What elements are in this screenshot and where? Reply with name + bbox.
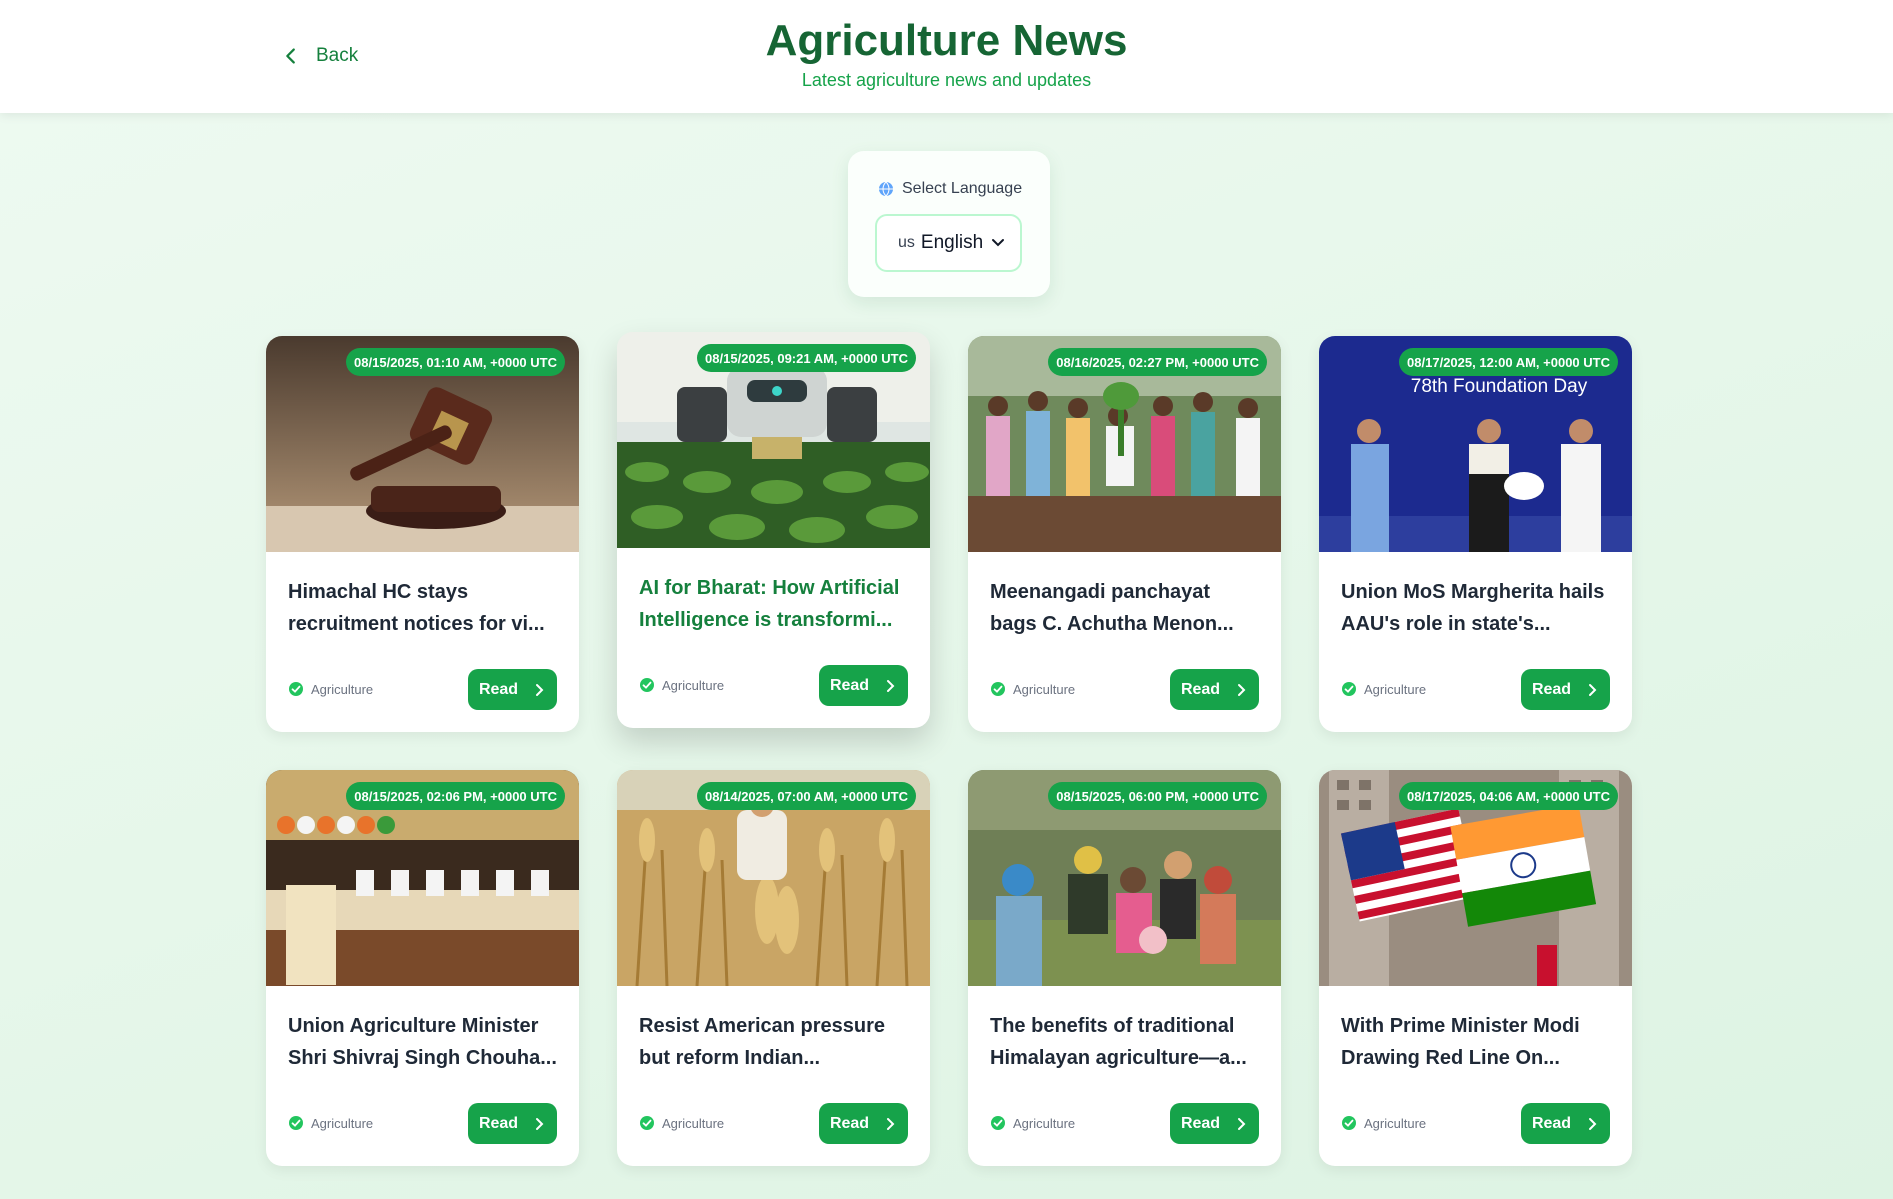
- category-tag: Agriculture: [990, 1115, 1075, 1131]
- globe-icon: [879, 181, 893, 197]
- date-badge: 08/15/2025, 09:21 AM, +0000 UTC: [697, 344, 916, 372]
- news-card[interactable]: 08/15/2025, 09:21 AM, +0000 UTC AI for B…: [617, 332, 930, 728]
- news-card[interactable]: 08/15/2025, 01:10 AM, +0000 UTC Himachal…: [266, 336, 579, 732]
- article-title: AI for Bharat: How Artificial Intelligen…: [639, 577, 900, 631]
- news-card[interactable]: 08/14/2025, 07:00 AM, +0000 UTC Resist A…: [617, 770, 930, 1166]
- news-image: 78th Foundation Day 08/17/2025, 12:00 AM…: [1319, 336, 1632, 552]
- article-title: With Prime Minister Modi Drawing Red Lin…: [1341, 1015, 1580, 1069]
- language-selected-value: English: [920, 232, 984, 253]
- check-circle-icon: [640, 1116, 654, 1130]
- page-header: Back Agriculture News Latest agriculture…: [0, 0, 1893, 113]
- date-badge: 08/17/2025, 04:06 AM, +0000 UTC: [1399, 782, 1618, 810]
- date-badge: 08/17/2025, 12:00 AM, +0000 UTC: [1399, 348, 1618, 376]
- check-circle-icon: [640, 678, 654, 692]
- read-button[interactable]: Read: [468, 669, 557, 710]
- news-card[interactable]: 08/16/2025, 02:27 PM, +0000 UTC Meenanga…: [968, 336, 1281, 732]
- date-badge: 08/15/2025, 01:10 AM, +0000 UTC: [346, 348, 565, 376]
- page-title: Agriculture News: [765, 16, 1128, 65]
- read-button[interactable]: Read: [1521, 1103, 1610, 1144]
- news-image: 08/17/2025, 04:06 AM, +0000 UTC: [1319, 770, 1632, 986]
- chevron-down-icon: [992, 239, 1004, 247]
- chevron-right-icon: [1238, 683, 1246, 696]
- check-circle-icon: [289, 1116, 303, 1130]
- read-button[interactable]: Read: [1170, 1103, 1259, 1144]
- chevron-right-icon: [887, 1117, 895, 1130]
- news-card[interactable]: 08/15/2025, 02:06 PM, +0000 UTC Union Ag…: [266, 770, 579, 1166]
- date-badge: 08/15/2025, 06:00 PM, +0000 UTC: [1048, 782, 1267, 810]
- check-circle-icon: [289, 682, 303, 696]
- date-badge: 08/15/2025, 02:06 PM, +0000 UTC: [346, 782, 565, 810]
- news-image: 08/15/2025, 02:06 PM, +0000 UTC: [266, 770, 579, 986]
- read-button[interactable]: Read: [819, 1103, 908, 1144]
- read-button[interactable]: Read: [468, 1103, 557, 1144]
- news-image: 08/14/2025, 07:00 AM, +0000 UTC: [617, 770, 930, 986]
- chevron-right-icon: [536, 1117, 544, 1130]
- category-tag: Agriculture: [639, 677, 724, 693]
- language-label: Select Language: [902, 180, 1023, 197]
- article-title: Union Agriculture Minister Shri Shivraj …: [288, 1015, 557, 1069]
- language-select[interactable]: us English: [875, 214, 1022, 272]
- article-title: The benefits of traditional Himalayan ag…: [990, 1015, 1247, 1069]
- category-tag: Agriculture: [1341, 681, 1426, 697]
- article-title: Resist American pressure but reform Indi…: [639, 1015, 886, 1069]
- read-button[interactable]: Read: [1521, 669, 1610, 710]
- news-card[interactable]: 08/15/2025, 06:00 PM, +0000 UTC The bene…: [968, 770, 1281, 1166]
- check-circle-icon: [1342, 682, 1356, 696]
- language-label-row: Select Language: [878, 180, 1022, 198]
- category-tag: Agriculture: [288, 681, 373, 697]
- page-subtitle: Latest agriculture news and updates: [801, 70, 1092, 90]
- article-title: Meenangadi panchayat bags C. Achutha Men…: [990, 581, 1234, 635]
- read-button[interactable]: Read: [819, 665, 908, 706]
- category-tag: Agriculture: [639, 1115, 724, 1131]
- news-image: 08/16/2025, 02:27 PM, +0000 UTC: [968, 336, 1281, 552]
- article-title: Union MoS Margherita hails AAU's role in…: [1341, 581, 1605, 635]
- chevron-right-icon: [1589, 1117, 1597, 1130]
- date-badge: 08/14/2025, 07:00 AM, +0000 UTC: [697, 782, 916, 810]
- date-badge: 08/16/2025, 02:27 PM, +0000 UTC: [1048, 348, 1267, 376]
- check-circle-icon: [991, 1116, 1005, 1130]
- read-button[interactable]: Read: [1170, 669, 1259, 710]
- flag-label: us: [898, 234, 915, 251]
- news-image: 08/15/2025, 06:00 PM, +0000 UTC: [968, 770, 1281, 986]
- news-card[interactable]: 78th Foundation Day 08/17/2025, 12:00 AM…: [1319, 336, 1632, 732]
- check-circle-icon: [1342, 1116, 1356, 1130]
- news-image: 08/15/2025, 01:10 AM, +0000 UTC: [266, 336, 579, 552]
- chevron-right-icon: [887, 679, 895, 692]
- chevron-right-icon: [1589, 683, 1597, 696]
- article-title: Himachal HC stays recruitment notices fo…: [288, 581, 545, 635]
- category-tag: Agriculture: [1341, 1115, 1426, 1131]
- check-circle-icon: [991, 682, 1005, 696]
- news-card[interactable]: 08/17/2025, 04:06 AM, +0000 UTC With Pri…: [1319, 770, 1632, 1166]
- chevron-right-icon: [1238, 1117, 1246, 1130]
- news-image: 08/15/2025, 09:21 AM, +0000 UTC: [617, 332, 930, 548]
- category-tag: Agriculture: [990, 681, 1075, 697]
- foundation-day-banner-text: 78th Foundation Day: [1411, 376, 1588, 397]
- category-tag: Agriculture: [288, 1115, 373, 1131]
- language-selector-card: Select Language us English: [848, 151, 1050, 297]
- chevron-right-icon: [536, 683, 544, 696]
